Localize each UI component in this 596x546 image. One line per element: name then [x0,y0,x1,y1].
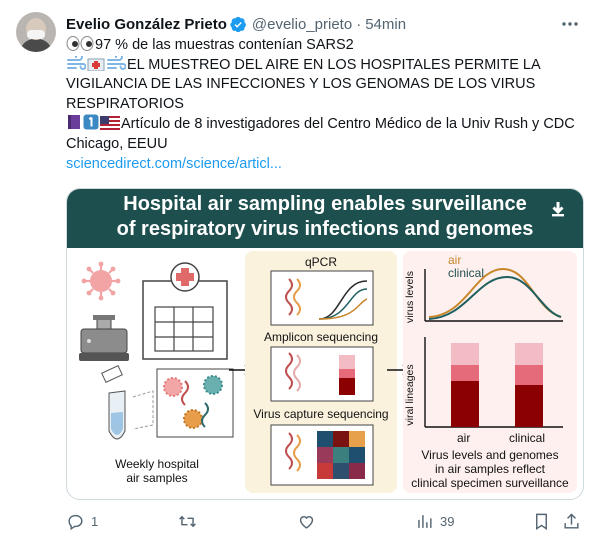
more-options-icon[interactable] [558,14,582,34]
tweet-line-2-text: EL MUESTREO DEL AIRE EN LOS HOSPITALES P… [66,56,540,112]
tweet: Evelio González Prieto @evelio_prieto · … [0,0,596,546]
y-label-viral-lineages: viral lineages [404,364,416,425]
wind-emoji-icon [67,55,86,70]
sampling-panel: Weekly hospital air samples [73,251,241,493]
clinical-curve [428,275,562,320]
capture-label: Virus capture sequencing [253,407,389,421]
virus-levels-plot [424,267,563,322]
lineages-plot [424,337,563,428]
virus-icon [81,261,121,301]
amplicon-plot [270,346,374,402]
bar-label-clinical: clinical [509,431,546,445]
author-handle[interactable]: @evelio_prieto [252,16,352,33]
share-icon [564,513,579,529]
figure-banner: Hospital air sampling enables surveillan… [67,189,583,248]
bar-label-air: air [457,431,471,445]
sampling-caption: Weekly hospital air samples [115,457,199,485]
figure-title-line-1: Hospital air sampling enables surveillan… [123,193,527,215]
share-button[interactable] [562,512,581,531]
us-flag-icon [100,116,120,131]
wind-emoji-icon-2 [107,55,126,70]
article-link[interactable]: sciencedirect.com/science/articl... [66,156,282,172]
views-count: 39 [440,514,455,529]
virus-mixture [156,368,234,438]
amplicon-label: Amplicon sequencing [263,330,379,344]
results-illustration: virus levels viral lineages [404,267,563,428]
sample-tube [101,365,126,440]
views-button[interactable]: 39 [415,512,454,531]
tweet-line-3: Artículo de 8 investigadores del Centro … [66,114,582,154]
download-arrow-icon [552,202,564,217]
tweet-actions: 1 39 [66,512,582,532]
tweet-line-3-text: Artículo de 8 investigadores del Centro … [66,116,575,152]
legend-clinical: clinical [448,266,485,280]
reply-count: 1 [91,514,99,529]
legend-air: air [448,253,462,267]
author-name[interactable]: Evelio González Prieto [66,16,227,33]
keycap-one-icon [83,114,99,130]
tweet-text: 97 % de las muestras contenían SARS2 EL … [66,36,582,174]
avatar[interactable] [16,12,56,52]
hospital-emoji-icon [87,58,105,71]
heart-icon [299,516,314,529]
views-chart-icon [418,515,432,528]
separator-dot: · [356,15,362,33]
reply-icon [68,514,83,531]
bookmark-icon [536,513,547,530]
bookmark-button[interactable] [532,512,551,531]
tweet-line-1-text: 97 % de las muestras contenían SARS2 [95,37,354,53]
sampling-illustration [79,261,234,440]
verified-badge-icon [230,16,246,32]
qpcr-plot [270,270,374,326]
figure-title-line-2: of respiratory virus infections and geno… [116,218,534,240]
retweet-button[interactable] [178,512,203,531]
media-card[interactable]: Hospital air sampling enables surveillan… [66,188,584,500]
books-emoji-icon [68,115,80,130]
timestamp[interactable]: 54min [365,16,406,33]
methods-panel: qPCR Amplicon sequencing Virus capture s… [245,251,397,493]
y-label-virus-levels: virus levels [404,271,416,323]
reply-button[interactable]: 1 [66,512,98,531]
tweet-line-1: 97 % de las muestras contenían SARS2 [66,36,582,56]
retweet-icon [179,515,196,528]
tweet-line-4: sciencedirect.com/science/articl... [66,155,582,175]
results-caption: Virus levels and genomes in air samples … [411,448,569,490]
eyes-emoji-icon [66,36,94,51]
tweet-header: Evelio González Prieto @evelio_prieto · … [66,14,406,34]
tweet-line-2: EL MUESTREO DEL AIRE EN LOS HOSPITALES P… [66,55,582,115]
hospital-building [142,262,228,360]
results-panel: virus levels viral lineages air clinical… [403,251,577,493]
air-sampler [79,315,129,361]
methods-illustration [270,270,374,486]
like-button[interactable] [297,512,322,531]
capture-plot [270,424,374,486]
